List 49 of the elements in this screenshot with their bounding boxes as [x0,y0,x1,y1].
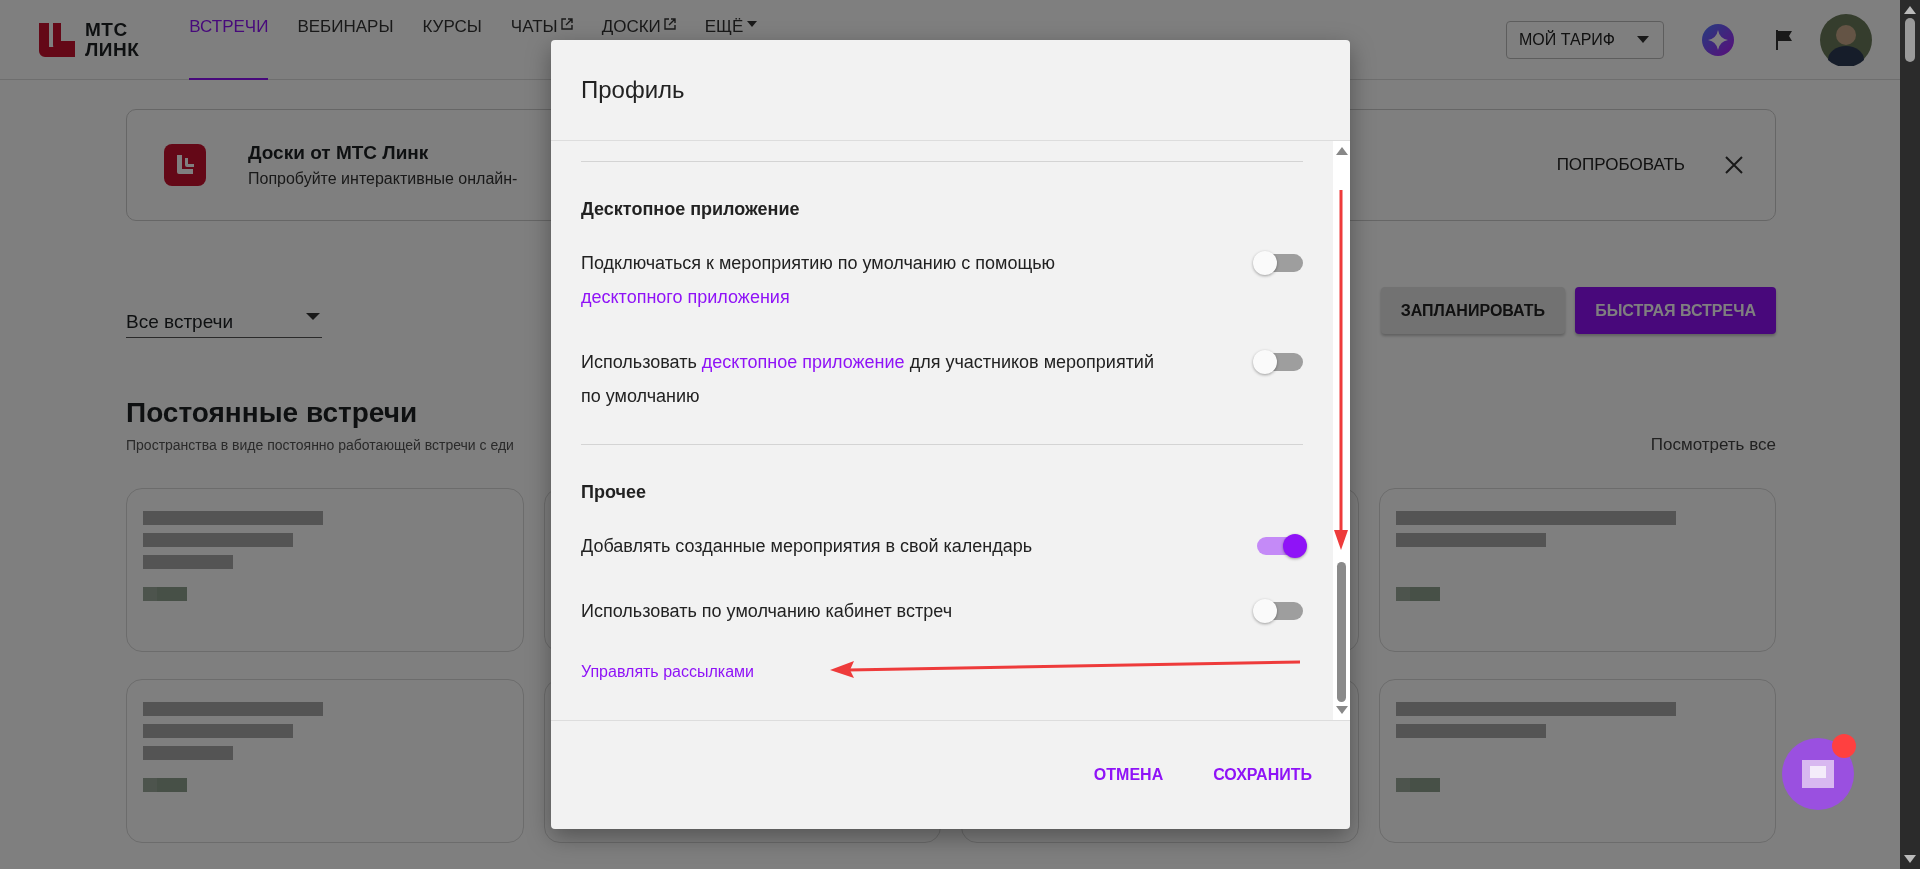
meeting-card[interactable] [126,679,524,843]
nav-tab[interactable]: ВЕБИНАРЫ [297,0,394,80]
desktop-app-link[interactable]: десктопное приложение [701,352,905,372]
section-heading: Десктопное приложение [581,198,801,220]
caret-icon [306,313,320,321]
tariff-dropdown[interactable]: МОЙ ТАРИФ [1506,20,1664,59]
logo-icon [37,20,77,59]
nav-tab[interactable]: ВСТРЕЧИ [189,0,269,80]
logo-text: МТС [85,19,129,40]
scroll-up-icon[interactable] [1335,147,1348,155]
meetings-filter-dropdown[interactable]: Все встречи [126,303,322,338]
section-title: Постоянные встречи [126,397,418,429]
avatar[interactable] [1820,13,1872,66]
setting-label: Использовать по умолчанию кабинет встреч [581,600,953,623]
manage-mailings-link[interactable]: Управлять рассылками [581,663,754,681]
desktop-app-link[interactable]: десктопного приложения [581,287,790,307]
view-all-link[interactable]: Посмотреть все [1650,435,1776,455]
logo-text: ЛИНК [85,39,140,60]
cancel-button[interactable]: ОТМЕНА [1083,758,1174,792]
setting-label: Подключаться к мероприятию по умолчанию с помощью десктопного приложения [581,252,1057,309]
scroll-up-icon[interactable] [1904,6,1916,14]
banner-description: Попробуйте интерактивные онлайн- [248,170,518,188]
sparkle-icon[interactable] [1702,23,1734,56]
caret-icon [746,19,759,28]
setting-label: Добавлять созданные мероприятия в свой календарь [581,535,1033,558]
nav-tab[interactable]: КУРСЫ [422,0,482,80]
close-icon[interactable] [1725,156,1743,174]
try-button[interactable]: ПОПРОБОВАТЬ [1550,154,1691,176]
schedule-button[interactable]: ЗАПЛАНИРОВАТЬ [1380,287,1566,334]
boards-icon [164,144,206,186]
save-button[interactable]: СОХРАНИТЬ [1203,758,1322,792]
banner-title: Доски от МТС Линк [248,142,430,164]
external-link-icon [663,17,676,30]
page-scrollbar-thumb[interactable] [1905,18,1915,62]
meeting-card[interactable] [1378,488,1776,652]
scroll-down-icon[interactable] [1904,855,1916,863]
external-link-icon [560,17,573,30]
nav-tab[interactable]: ЧАТЫ [510,0,573,80]
dialog-scrollbar-thumb[interactable] [1337,562,1346,702]
caret-icon [1637,36,1649,43]
flag-icon[interactable] [1774,28,1794,51]
meeting-card[interactable] [1378,679,1776,843]
setting-label: Использовать десктопное приложение для участников мероприятий по умолчанию [581,351,1155,408]
section-subtitle: Пространства в виде постоянно работающей встречи с еди [126,437,514,453]
section-heading: Прочее [581,481,647,503]
meeting-card[interactable] [126,488,524,652]
nav-tab[interactable]: ЕЩЁ [704,0,759,80]
scroll-down-icon[interactable] [1335,706,1348,714]
quick-meeting-button[interactable]: БЫСТРАЯ ВСТРЕЧА [1575,287,1776,334]
